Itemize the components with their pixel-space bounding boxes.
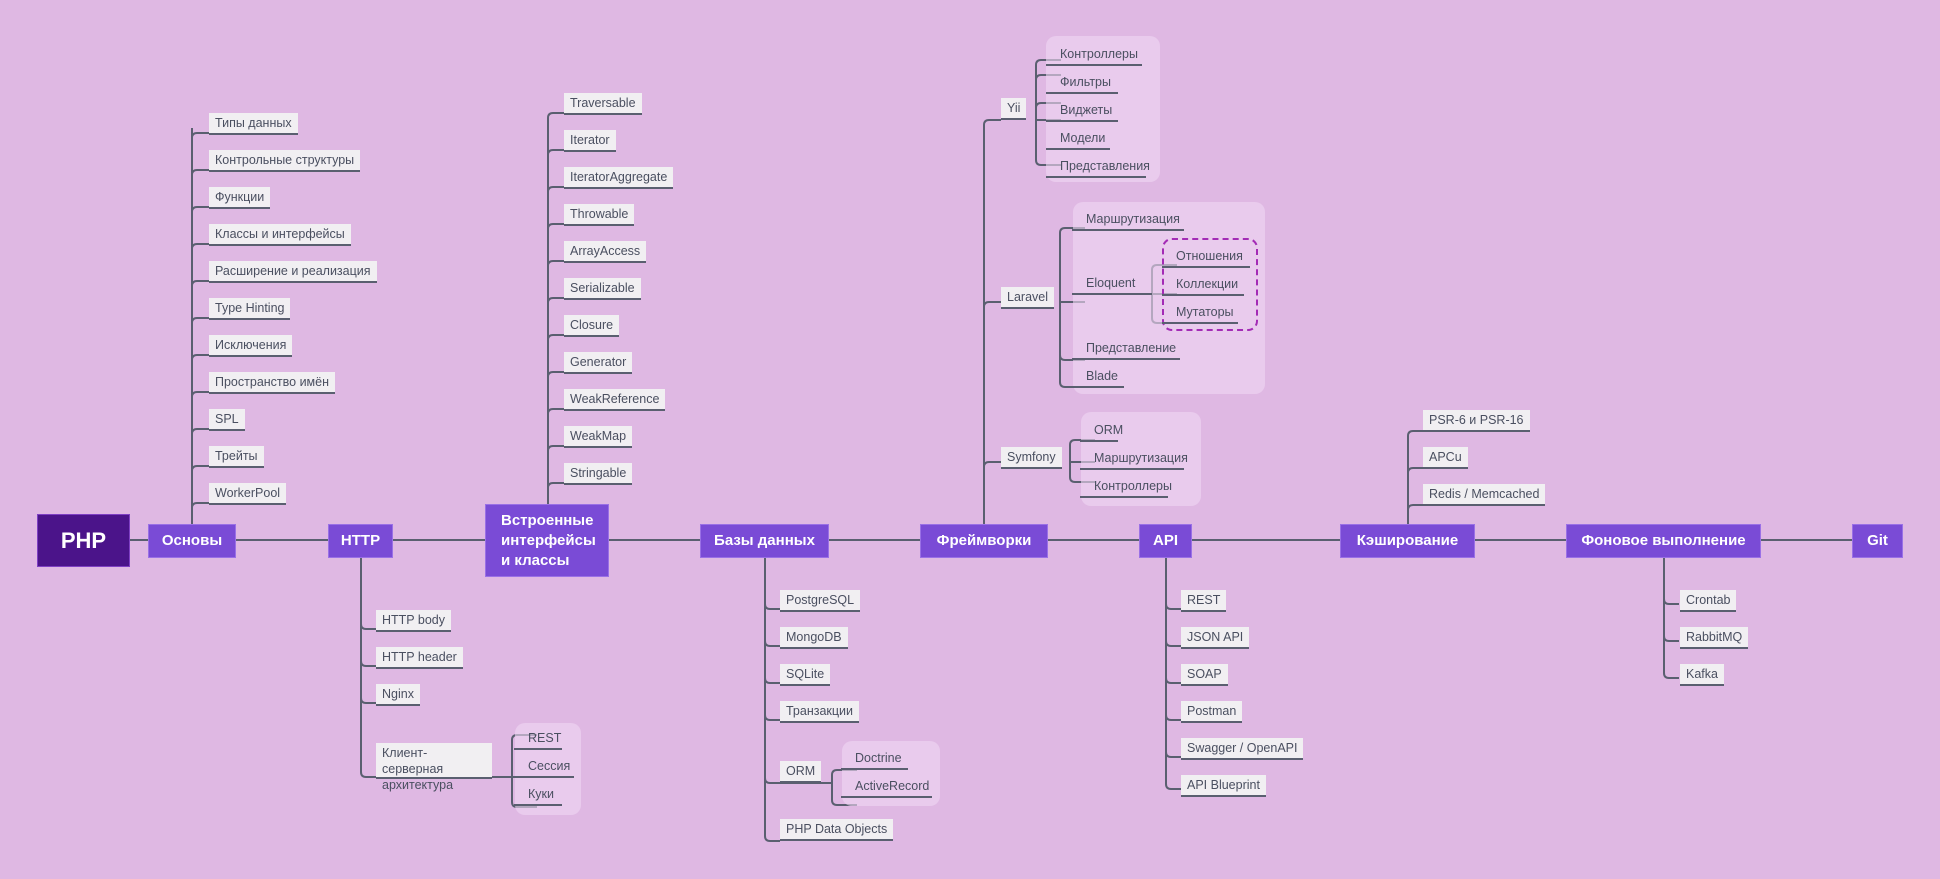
subleaf-client-server-0[interactable]: REST [514, 728, 562, 750]
leaf-builtin-1[interactable]: Iterator [564, 130, 616, 152]
branch-node-builtin[interactable]: Встроенные интерфейсы и классы [485, 504, 609, 577]
http-trunk [360, 558, 376, 778]
leaf-builtin-8[interactable]: WeakReference [564, 389, 666, 411]
subleaf-eloquent-0[interactable]: Отношения [1162, 246, 1250, 268]
leaf-db-1[interactable]: MongoDB [780, 627, 848, 649]
subleaf-yii-1[interactable]: Фильтры [1046, 72, 1118, 94]
leaf-http-client-server[interactable]: Клиент-серверная архитектура [376, 743, 492, 792]
leaf-builtin-5[interactable]: Serializable [564, 278, 641, 300]
leaf-basics-5[interactable]: Type Hinting [209, 298, 291, 320]
leaf-basics-8[interactable]: SPL [209, 409, 245, 431]
leaf-db-0[interactable]: PostgreSQL [780, 590, 861, 612]
api-trunk [1165, 558, 1181, 790]
subleaf-laravel-routing[interactable]: Маршрутизация [1072, 209, 1184, 231]
mind-map: PHP Основы HTTP Встроенные интерфейсы и … [0, 0, 1940, 879]
api-branches [1165, 603, 1181, 758]
branch-node-databases[interactable]: Базы данных [700, 524, 829, 558]
leaf-basics-2[interactable]: Функции [209, 187, 271, 209]
leaf-basics-10[interactable]: WorkerPool [209, 483, 287, 505]
leaf-fw-symfony[interactable]: Symfony [1001, 447, 1062, 469]
leaf-api-5[interactable]: API Blueprint [1181, 775, 1266, 797]
leaf-builtin-6[interactable]: Closure [564, 315, 620, 337]
leaf-basics-7[interactable]: Пространство имён [209, 372, 336, 394]
db-trunk [764, 558, 780, 842]
branch-node-frameworks[interactable]: Фреймворки [920, 524, 1048, 558]
leaf-fw-laravel[interactable]: Laravel [1001, 287, 1054, 309]
subleaf-orm-1[interactable]: ActiveRecord [841, 776, 932, 798]
branch-node-api[interactable]: API [1139, 524, 1192, 558]
background-trunk [1663, 558, 1679, 679]
caching-trunk [1407, 430, 1425, 524]
subleaf-yii-4[interactable]: Представления [1046, 156, 1150, 178]
leaf-builtin-4[interactable]: ArrayAccess [564, 241, 647, 263]
frameworks-branches [983, 301, 1001, 468]
leaf-background-0[interactable]: Crontab [1680, 590, 1737, 612]
leaf-fw-yii[interactable]: Yii [1001, 98, 1027, 120]
leaf-http-2[interactable]: Nginx [376, 684, 420, 706]
leaf-builtin-10[interactable]: Stringable [564, 463, 633, 485]
branch-node-http[interactable]: HTTP [328, 524, 393, 558]
leaf-http-1[interactable]: HTTP header [376, 647, 463, 669]
subleaf-yii-0[interactable]: Контроллеры [1046, 44, 1142, 66]
leaf-basics-9[interactable]: Трейты [209, 446, 264, 468]
leaf-api-4[interactable]: Swagger / OpenAPI [1181, 738, 1304, 760]
subleaf-laravel-view[interactable]: Представление [1072, 338, 1180, 360]
subleaf-yii-3[interactable]: Модели [1046, 128, 1110, 150]
leaf-caching-2[interactable]: Redis / Memcached [1423, 484, 1546, 506]
leaf-builtin-3[interactable]: Throwable [564, 204, 635, 226]
subleaf-eloquent-1[interactable]: Коллекции [1162, 274, 1244, 296]
leaf-builtin-7[interactable]: Generator [564, 352, 633, 374]
subleaf-laravel-blade[interactable]: Blade [1072, 366, 1124, 388]
branch-node-caching[interactable]: Кэширование [1340, 524, 1475, 558]
branch-node-background[interactable]: Фоновое выполнение [1566, 524, 1761, 558]
leaf-basics-4[interactable]: Расширение и реализация [209, 261, 377, 283]
leaf-basics-1[interactable]: Контрольные структуры [209, 150, 361, 172]
subleaf-yii-2[interactable]: Виджеты [1046, 100, 1118, 122]
leaf-db-pdo[interactable]: PHP Data Objects [780, 819, 894, 841]
leaf-http-0[interactable]: HTTP body [376, 610, 451, 632]
http-branches [360, 623, 376, 704]
subleaf-client-server-1[interactable]: Сессия [514, 756, 574, 778]
branch-node-basics[interactable]: Основы [148, 524, 236, 558]
leaf-builtin-0[interactable]: Traversable [564, 93, 642, 115]
subleaf-orm-0[interactable]: Doctrine [841, 748, 908, 770]
subleaf-symfony-0[interactable]: ORM [1080, 420, 1123, 442]
leaf-caching-1[interactable]: APCu [1423, 447, 1468, 469]
leaf-api-2[interactable]: SOAP [1181, 664, 1228, 686]
subleaf-laravel-eloquent[interactable]: Eloquent [1072, 273, 1152, 295]
leaf-builtin-9[interactable]: WeakMap [564, 426, 633, 448]
subleaf-symfony-1[interactable]: Маршрутизация [1080, 448, 1188, 470]
builtin-branches [547, 112, 565, 489]
leaf-builtin-2[interactable]: IteratorAggregate [564, 167, 674, 189]
leaf-background-1[interactable]: RabbitMQ [1680, 627, 1749, 649]
db-branches [764, 603, 780, 784]
leaf-basics-3[interactable]: Классы и интерфейсы [209, 224, 351, 246]
leaf-db-2[interactable]: SQLite [780, 664, 831, 686]
leaf-api-0[interactable]: REST [1181, 590, 1227, 612]
leaf-api-3[interactable]: Postman [1181, 701, 1243, 723]
leaf-basics-6[interactable]: Исключения [209, 335, 293, 357]
leaf-api-1[interactable]: JSON API [1181, 627, 1250, 649]
leaf-basics-0[interactable]: Типы данных [209, 113, 298, 135]
basics-branches [191, 132, 209, 509]
leaf-db-3[interactable]: Транзакции [780, 701, 860, 723]
branch-node-git[interactable]: Git [1852, 524, 1903, 558]
root-node-php[interactable]: PHP [37, 514, 130, 567]
subleaf-eloquent-2[interactable]: Мутаторы [1162, 302, 1238, 324]
subleaf-symfony-2[interactable]: Контроллеры [1080, 476, 1172, 498]
leaf-db-orm[interactable]: ORM [780, 761, 822, 783]
leaf-background-2[interactable]: Kafka [1680, 664, 1724, 686]
subleaf-client-server-2[interactable]: Куки [514, 784, 562, 806]
leaf-caching-0[interactable]: PSR-6 и PSR-16 [1423, 410, 1530, 432]
